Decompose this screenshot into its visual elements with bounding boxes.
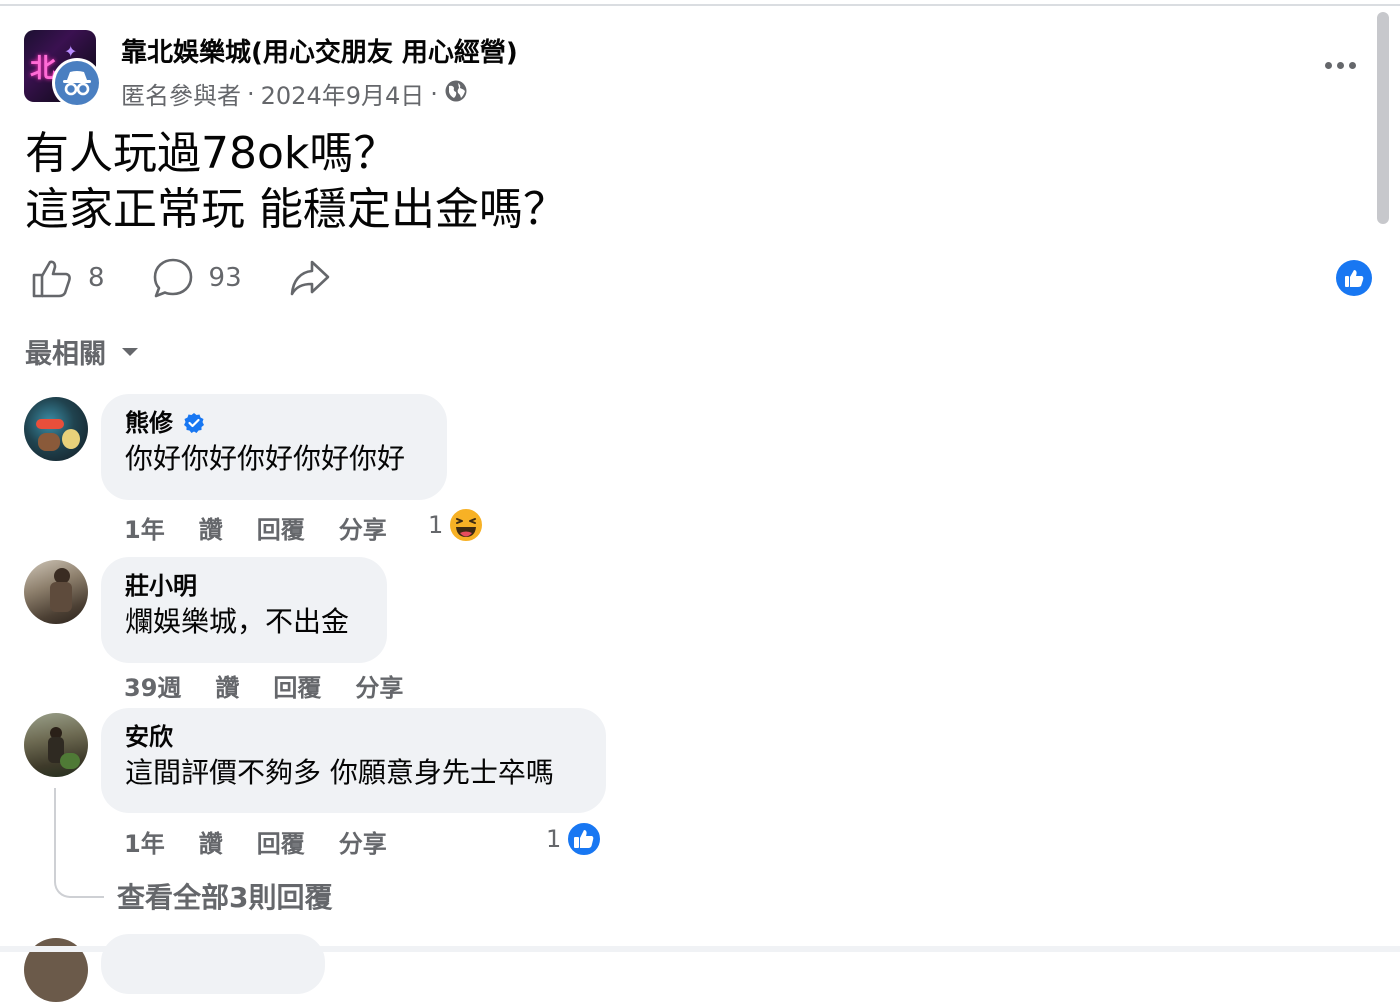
comment-sort-dropdown[interactable]: 最相關: [25, 332, 140, 371]
comment-like-button[interactable]: 讚: [215, 668, 239, 703]
comment-reactions[interactable]: 1: [546, 820, 603, 858]
like-reaction-icon: [566, 821, 603, 857]
comment-bubble: 安欣 這間評價不夠多 你願意身先士卒嗎: [101, 708, 606, 813]
caret-down-icon: [122, 347, 138, 356]
post-date[interactable]: 2024年9月4日: [261, 76, 425, 111]
comment-reactions[interactable]: 1: [428, 506, 485, 544]
comment-count: 93: [208, 263, 242, 293]
comment-time[interactable]: 1年: [124, 824, 165, 859]
scrollbar-thumb[interactable]: [1377, 12, 1389, 224]
comment-time[interactable]: 39週: [124, 668, 181, 703]
verified-icon: [184, 413, 204, 433]
post-action-bar: 8 93: [30, 254, 378, 302]
post-body-line-1: 有人玩過78ok嗎？: [25, 128, 398, 179]
comment-bubble: 莊小明 爛娛樂城，不出金: [101, 557, 387, 663]
comment-author[interactable]: 莊小明: [125, 571, 363, 601]
comment-author-name[interactable]: 熊修: [125, 408, 173, 438]
comment-reply-button[interactable]: 回覆: [257, 824, 305, 859]
comment-bubble: 熊修 你好你好你好你好你好: [101, 394, 447, 500]
comment-meta: 39週 讚 回覆 分享: [124, 668, 437, 703]
like-button[interactable]: 8: [30, 256, 105, 300]
top-divider: [0, 4, 1400, 6]
comment-button[interactable]: 93: [151, 256, 242, 300]
sort-label: 最相關: [25, 339, 106, 370]
comment-text: 你好你好你好你好你好: [125, 442, 406, 475]
anonymous-avatar[interactable]: [52, 58, 102, 108]
group-name-link[interactable]: 靠北娛樂城(用心交朋友 用心經營): [121, 32, 518, 69]
comment-text: 這間評價不夠多 你願意身先士卒嗎: [125, 756, 554, 789]
avatar[interactable]: [24, 397, 88, 461]
comment-share-button[interactable]: 分享: [339, 510, 387, 545]
comment-author[interactable]: 安欣: [125, 722, 582, 752]
reaction-count: 1: [546, 825, 562, 853]
view-all-replies-link[interactable]: 查看全部3則回覆: [117, 876, 332, 916]
comment-bubble: [101, 934, 325, 994]
comment-author-name[interactable]: 安欣: [125, 722, 173, 752]
comment-icon: [153, 258, 192, 298]
more-icon[interactable]: [1318, 50, 1362, 80]
anonymous-icon: [55, 61, 99, 105]
reply-thread-line: [54, 788, 104, 898]
post-meta: 匿名參與者 · 2024年9月4日 ·: [121, 76, 468, 111]
comment-reply-button[interactable]: 回覆: [273, 668, 321, 703]
comment-author-name[interactable]: 莊小明: [125, 571, 197, 601]
comment-share-button[interactable]: 分享: [339, 824, 387, 859]
post-body: 有人玩過78ok嗎？ 這家正常玩 能穩定出金嗎？: [25, 126, 567, 238]
comment-like-button[interactable]: 讚: [199, 824, 223, 859]
avatar[interactable]: [24, 713, 88, 777]
comment-meta: 1年 讚 回覆 分享: [124, 824, 421, 859]
globe-icon: [444, 79, 468, 109]
reaction-count: 1: [428, 511, 444, 539]
post-author[interactable]: 匿名參與者: [121, 76, 241, 111]
comment-like-button[interactable]: 讚: [199, 510, 223, 545]
share-icon: [290, 260, 329, 296]
post-body-line-2: 這家正常玩 能穩定出金嗎？: [25, 184, 567, 235]
like-count: 8: [88, 263, 105, 293]
like-icon: [32, 260, 71, 298]
comment-reply-button[interactable]: 回覆: [257, 510, 305, 545]
meta-separator: ·: [247, 79, 255, 108]
comment-author[interactable]: 熊修: [125, 408, 423, 438]
comment-share-button[interactable]: 分享: [355, 668, 403, 703]
like-reaction-icon[interactable]: [1336, 260, 1372, 296]
bottom-divider: [0, 946, 1400, 952]
avatar[interactable]: [24, 560, 88, 624]
comment-meta: 1年 讚 回覆 分享: [124, 510, 421, 545]
share-button[interactable]: [288, 256, 332, 300]
meta-separator-2: ·: [430, 79, 438, 108]
comment-text: 爛娛樂城，不出金: [125, 605, 350, 638]
comment-time[interactable]: 1年: [124, 510, 165, 545]
haha-reaction-icon: [448, 507, 485, 543]
